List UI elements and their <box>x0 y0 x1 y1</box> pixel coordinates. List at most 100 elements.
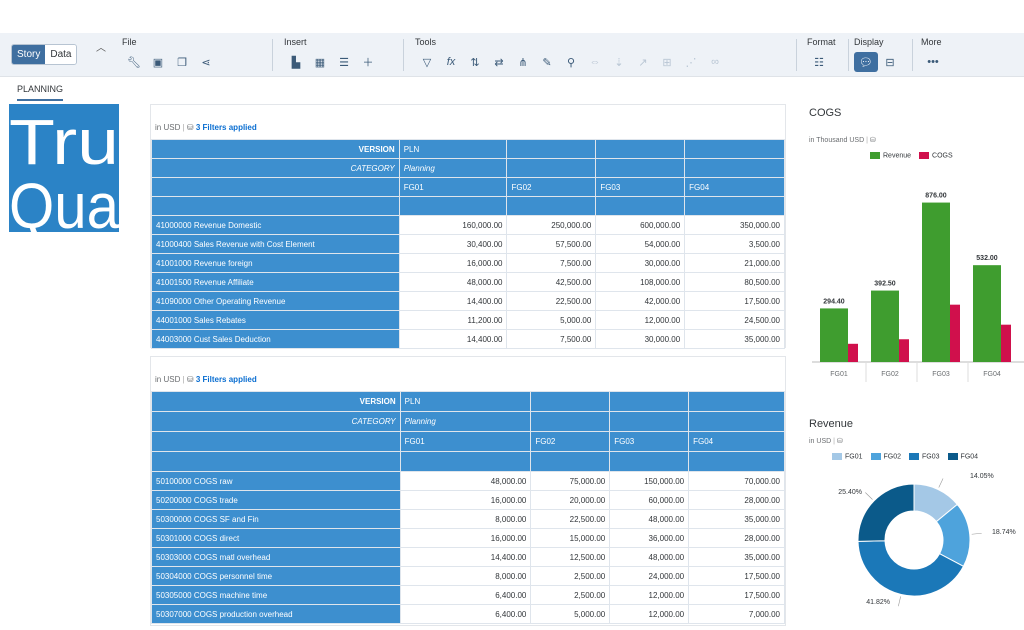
legend-item[interactable]: COGS <box>919 152 953 159</box>
table-cell[interactable]: 54,000.00 <box>595 234 686 254</box>
explore-icon[interactable]: ⊞ <box>655 52 679 72</box>
table-cell[interactable]: 108,000.00 <box>595 272 686 292</box>
table-cell[interactable]: 250,000.00 <box>506 215 597 235</box>
table-cell[interactable]: 17,500.00 <box>688 566 785 586</box>
table-cell[interactable]: 15,000.00 <box>530 528 611 548</box>
bar-cogs[interactable] <box>1001 324 1011 362</box>
table-cell[interactable]: 17,500.00 <box>688 585 785 605</box>
table-cell[interactable]: 14,400.00 <box>398 329 508 349</box>
column-header[interactable]: FG03 <box>595 177 686 197</box>
legend-item[interactable]: Revenue <box>870 152 911 159</box>
link-icon[interactable]: ∞ <box>703 52 727 72</box>
table-cell[interactable]: 30,000.00 <box>595 329 686 349</box>
table-cell[interactable]: 14,400.00 <box>399 547 532 567</box>
table-cell[interactable]: 21,000.00 <box>684 253 785 273</box>
table-cell[interactable]: 14,400.00 <box>398 291 508 311</box>
table-cell[interactable]: 11,200.00 <box>398 310 508 330</box>
table-cell[interactable]: 2,500.00 <box>530 585 611 605</box>
table-cell[interactable]: 8,000.00 <box>399 566 532 586</box>
table-cell[interactable]: 48,000.00 <box>609 547 690 567</box>
bar-revenue[interactable] <box>820 308 848 362</box>
table-cell[interactable]: 6,400.00 <box>399 585 532 605</box>
table-cell[interactable]: 600,000.00 <box>595 215 686 235</box>
hierarchy-icon[interactable]: ⋔ <box>511 52 535 72</box>
revenue-table-widget[interactable]: in USD | ⛁ 3 Filters applied VERSION PLN… <box>150 104 786 349</box>
table-cell[interactable]: 35,000.00 <box>688 509 785 529</box>
table-cell[interactable]: 75,000.00 <box>530 471 611 491</box>
bar-revenue[interactable] <box>922 202 950 362</box>
table-cell[interactable]: 42,000.00 <box>595 291 686 311</box>
table-cell[interactable]: 22,500.00 <box>506 291 597 311</box>
chart-icon[interactable]: ▙ <box>284 52 308 72</box>
column-header[interactable]: FG03 <box>609 431 690 452</box>
filters-applied-link[interactable]: 3 Filters applied <box>196 375 257 384</box>
bar-cogs[interactable] <box>899 339 909 362</box>
formula-icon[interactable]: fx <box>439 52 463 72</box>
table-icon[interactable]: ▦ <box>308 52 332 72</box>
table-cell[interactable]: 35,000.00 <box>688 547 785 567</box>
table-cell[interactable]: 36,000.00 <box>609 528 690 548</box>
leader-line[interactable] <box>865 492 873 500</box>
table-cell[interactable]: 30,000.00 <box>595 253 686 273</box>
table-cell[interactable]: 6,400.00 <box>399 604 532 624</box>
table-cell[interactable]: 48,000.00 <box>609 509 690 529</box>
allocate-icon[interactable]: ⇅ <box>463 52 487 72</box>
table-cell[interactable]: 28,000.00 <box>688 490 785 510</box>
table-cell[interactable]: 17,500.00 <box>684 291 785 311</box>
column-header[interactable]: FG01 <box>399 431 532 452</box>
table-cell[interactable]: 160,000.00 <box>398 215 508 235</box>
donut-slice[interactable] <box>857 483 915 542</box>
tab-planning[interactable]: PLANNING <box>17 84 64 101</box>
column-header[interactable]: FG02 <box>506 177 597 197</box>
cogs-table-widget[interactable]: in USD | ⛁ 3 Filters applied VERSION PLN… <box>150 356 786 626</box>
table-cell[interactable]: 70,000.00 <box>688 471 785 491</box>
table-cell[interactable]: 5,000.00 <box>506 310 597 330</box>
legend-item[interactable]: FG04 <box>947 453 978 460</box>
styling-icon[interactable]: ☷ <box>807 52 831 72</box>
table-cell[interactable]: 12,500.00 <box>530 547 611 567</box>
table-cell[interactable]: 150,000.00 <box>609 471 690 491</box>
drill-icon[interactable]: ⇔ <box>583 52 607 72</box>
add-icon[interactable]: ＋ <box>356 52 380 72</box>
table-cell[interactable]: 16,000.00 <box>399 490 532 510</box>
copy-icon[interactable]: ❐ <box>170 52 194 72</box>
table-cell[interactable]: 35,000.00 <box>684 329 785 349</box>
table-cell[interactable]: 80,500.00 <box>684 272 785 292</box>
leader-line[interactable] <box>898 596 901 607</box>
comment-icon[interactable]: 💬︎ <box>854 52 878 72</box>
column-header[interactable]: FG04 <box>688 431 785 452</box>
collapse-toolbar-icon[interactable]: ︿ <box>96 39 106 54</box>
legend-item[interactable]: FG03 <box>909 453 940 460</box>
table-cell[interactable]: 57,500.00 <box>506 234 597 254</box>
table-cell[interactable]: 7,500.00 <box>506 253 597 273</box>
linked-analysis-icon[interactable]: ⚲ <box>559 52 583 72</box>
table-cell[interactable]: 16,000.00 <box>399 528 532 548</box>
cogs-bar-chart[interactable]: 294.40 FG01 392.50 FG02 876.00 FG03 532.00 FG04 <box>812 170 1024 385</box>
more-icon[interactable]: ••• <box>921 52 945 72</box>
edit-icon[interactable]: ✎ <box>535 52 559 72</box>
table-cell[interactable]: 30,400.00 <box>398 234 508 254</box>
table-cell[interactable]: 8,000.00 <box>399 509 532 529</box>
table-cell[interactable]: 12,000.00 <box>609 604 690 624</box>
data-mode-button[interactable]: Data <box>45 45 77 64</box>
magic-icon[interactable]: ⋰ <box>679 52 703 72</box>
table-cell[interactable]: 5,000.00 <box>530 604 611 624</box>
column-header[interactable]: FG01 <box>398 177 508 197</box>
table-cell[interactable]: 22,500.00 <box>530 509 611 529</box>
trend-icon[interactable]: ↗ <box>631 52 655 72</box>
filters-applied-link[interactable]: 3 Filters applied <box>196 123 257 132</box>
bar-cogs[interactable] <box>848 343 858 362</box>
revenue-donut-chart[interactable]: 14.05% 18.74% 41.82% 25.40% <box>812 466 1024 616</box>
table-cell[interactable]: 2,500.00 <box>530 566 611 586</box>
bar-cogs[interactable] <box>950 304 960 362</box>
table-cell[interactable]: 12,000.00 <box>609 585 690 605</box>
leader-line[interactable] <box>938 478 944 488</box>
leader-line[interactable] <box>971 532 982 535</box>
table-cell[interactable]: 42,500.00 <box>506 272 597 292</box>
table-cell[interactable]: 16,000.00 <box>398 253 508 273</box>
table-cell[interactable]: 60,000.00 <box>609 490 690 510</box>
bar-revenue[interactable] <box>973 265 1001 362</box>
bar-revenue[interactable] <box>871 290 899 362</box>
table-cell[interactable]: 12,000.00 <box>595 310 686 330</box>
table-cell[interactable]: 7,000.00 <box>688 604 785 624</box>
